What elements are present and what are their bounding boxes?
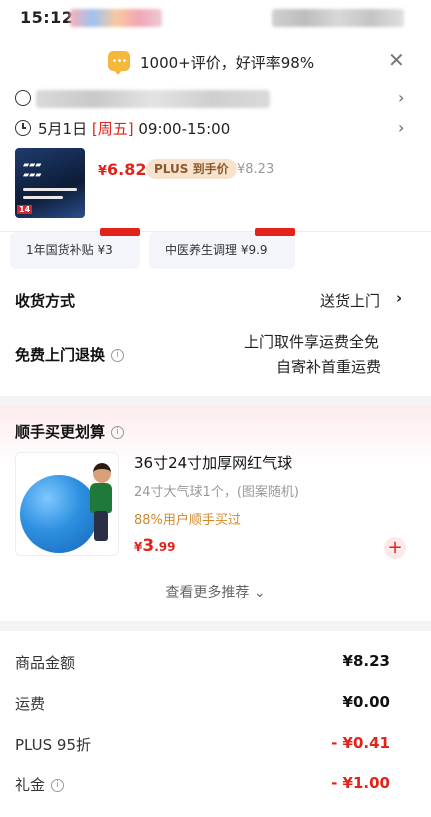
chevron-right-icon: › [398, 88, 405, 107]
clock-icon [15, 120, 31, 136]
fee-value-discount: - ¥0.41 [331, 734, 390, 752]
chevron-right-icon: › [398, 118, 405, 137]
rating-banner: 1000+评价，好评率98% ✕ [0, 44, 431, 80]
delivery-time-range: 09:00-15:00 [138, 120, 231, 138]
fee-value: ¥0.00 [342, 693, 390, 711]
product-thumb-tag: 14 [17, 205, 33, 214]
status-blurred-icons [70, 9, 162, 27]
subsidy-card[interactable]: 1年国货补贴 ¥3 [10, 228, 140, 269]
chevron-right-icon: › [396, 289, 403, 307]
section-gap [0, 396, 431, 406]
status-bar: 15:12 [0, 0, 431, 38]
subsidy-card[interactable]: 中医养生调理 ¥9.9 [149, 228, 295, 269]
fee-label: PLUS 95折 [15, 736, 92, 754]
view-more-recommendations-link[interactable]: 查看更多推荐 ⌄ [0, 582, 431, 602]
recommend-item-desc: 24寸大气球1个，(图案随机) [134, 485, 299, 500]
fee-value-discount: - ¥1.00 [331, 774, 390, 792]
address-blurred [36, 90, 270, 108]
product-thumbnail[interactable]: ▰▰▰ ▰▰▰ 14 [15, 148, 85, 218]
fee-label: 运费 [15, 695, 46, 713]
info-icon[interactable]: i [51, 779, 65, 792]
free-return-line2: 自寄补首重运费 [276, 358, 382, 376]
balloon-graphic [20, 475, 98, 553]
close-icon[interactable]: ✕ [388, 50, 405, 70]
fee-value: ¥8.23 [342, 652, 390, 670]
fee-label: 礼金 i [15, 774, 65, 795]
shipping-method-value: 送货上门 [320, 292, 381, 310]
recommend-title: 顺手买更划算 i [15, 421, 125, 442]
section-gap [0, 621, 431, 631]
address-row[interactable]: › [0, 88, 431, 110]
recommend-item-price: ¥3.99 [134, 536, 176, 556]
subsidy-flag [255, 228, 295, 236]
info-icon[interactable]: i [111, 426, 125, 439]
free-return-line1: 上门取件享运费全免 [244, 333, 380, 351]
price-amount: 6.82 [107, 160, 147, 179]
delivery-time-row[interactable]: 5月1日 [周五] 09:00-15:00 › [0, 118, 431, 140]
plus-price-badge: PLUS 到手价 [146, 159, 237, 179]
fee-label: 商品金额 [15, 654, 76, 672]
info-icon[interactable]: i [111, 349, 125, 362]
subsidy-label: 中医养生调理 ¥9.9 [165, 243, 268, 257]
rating-text: 1000+评价，好评率98% [140, 54, 315, 72]
product-price: ¥6.82 [98, 160, 147, 179]
subsidy-label: 1年国货补贴 ¥3 [26, 243, 113, 257]
free-return-label: 免费上门退换 i [15, 344, 125, 365]
product-thumb-graphic: ▰▰▰ ▰▰▰ [23, 160, 42, 179]
delivery-time-text: 5月1日 [周五] 09:00-15:00 [38, 118, 230, 139]
status-time: 15:12 [20, 8, 74, 27]
recommend-title-text: 顺手买更划算 [15, 423, 106, 441]
delivery-date: 5月1日 [38, 120, 88, 138]
chat-bubble-icon [108, 51, 130, 75]
location-icon [15, 90, 31, 106]
recommend-item-social-proof: 88%用户顺手买过 [134, 513, 241, 528]
original-price: ¥8.23 [237, 162, 275, 177]
price-yen: ¥ [98, 164, 108, 179]
subsidy-flag [100, 228, 140, 236]
shipping-method-label: 收货方式 [15, 292, 76, 310]
add-to-cart-button[interactable]: + [384, 537, 406, 559]
free-return-text: 免费上门退换 [15, 346, 106, 364]
status-blurred-indicators [272, 9, 404, 27]
recommend-item-image[interactable] [15, 452, 119, 556]
delivery-weekday: [周五] [91, 120, 134, 138]
recommend-item-name[interactable]: 36寸24寸加厚网红气球 [134, 452, 292, 473]
